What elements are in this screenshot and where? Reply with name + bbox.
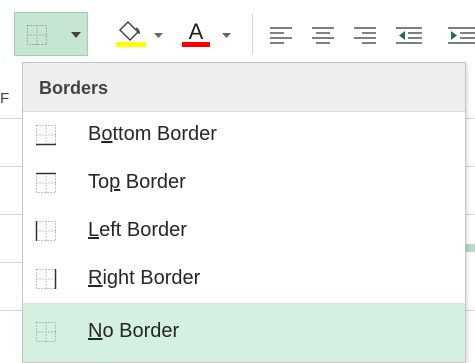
gridline: [466, 310, 475, 311]
fill-color-button[interactable]: [108, 12, 170, 56]
paint-bucket-icon: [116, 20, 146, 47]
font-color-letter: A: [189, 19, 204, 44]
align-left-icon: [270, 27, 292, 44]
menu-item-label: No Border: [88, 320, 180, 342]
menu-item-label: Top Border: [88, 171, 186, 193]
menu-header: Borders: [23, 63, 465, 112]
chevron-down-icon[interactable]: [71, 32, 81, 38]
menu-item-no-border[interactable]: No Border: [23, 303, 465, 362]
ribbon: A: [0, 0, 475, 62]
decrease-indent-icon: [396, 27, 422, 44]
decrease-indent-button[interactable]: [392, 12, 428, 56]
font-color-button[interactable]: A: [176, 12, 238, 56]
left-border-icon: [35, 221, 56, 241]
menu-item-right-border[interactable]: Right Border: [23, 255, 465, 303]
increase-indent-button[interactable]: [446, 12, 475, 56]
gridline: [0, 310, 22, 311]
font-color-icon: A: [182, 19, 210, 47]
gridline: [466, 166, 475, 167]
align-right-icon: [354, 27, 376, 44]
menu-item-label: Bottom Border: [88, 123, 217, 145]
worksheet-right-edge: [466, 62, 475, 363]
worksheet-left-edge: F: [0, 62, 22, 363]
menu-item-label: Left Border: [88, 219, 187, 241]
no-border-icon: [36, 322, 56, 342]
chevron-down-icon[interactable]: [222, 33, 231, 38]
gridline: [0, 118, 22, 119]
gridline: [466, 118, 475, 119]
top-border-icon: [36, 172, 56, 193]
gridline: [0, 166, 22, 167]
align-left-button[interactable]: [266, 12, 302, 56]
menu-item-label: Right Border: [88, 267, 201, 289]
ribbon-separator: [252, 14, 253, 54]
menu-item-bottom-border[interactable]: Bottom Border: [23, 111, 465, 159]
align-right-button[interactable]: [350, 12, 386, 56]
increase-indent-icon: [448, 27, 475, 44]
align-center-button[interactable]: [308, 12, 344, 56]
selected-cell-edge: [466, 244, 475, 252]
bottom-border-icon: [36, 125, 56, 146]
borders-button[interactable]: [14, 12, 88, 56]
right-border-icon: [36, 269, 57, 289]
gridline: [0, 262, 22, 263]
gridline: [0, 214, 22, 215]
borders-menu: Borders Bottom Border Top Border Left Bo…: [22, 62, 466, 363]
chevron-down-icon[interactable]: [154, 33, 163, 38]
menu-item-left-border[interactable]: Left Border: [23, 207, 465, 255]
menu-header-label: Borders: [39, 78, 109, 98]
borders-icon: [27, 25, 47, 45]
align-center-icon: [312, 27, 334, 44]
gridline: [466, 214, 475, 215]
worksheet-text-fragment: F: [0, 90, 10, 107]
menu-item-top-border[interactable]: Top Border: [23, 159, 465, 207]
